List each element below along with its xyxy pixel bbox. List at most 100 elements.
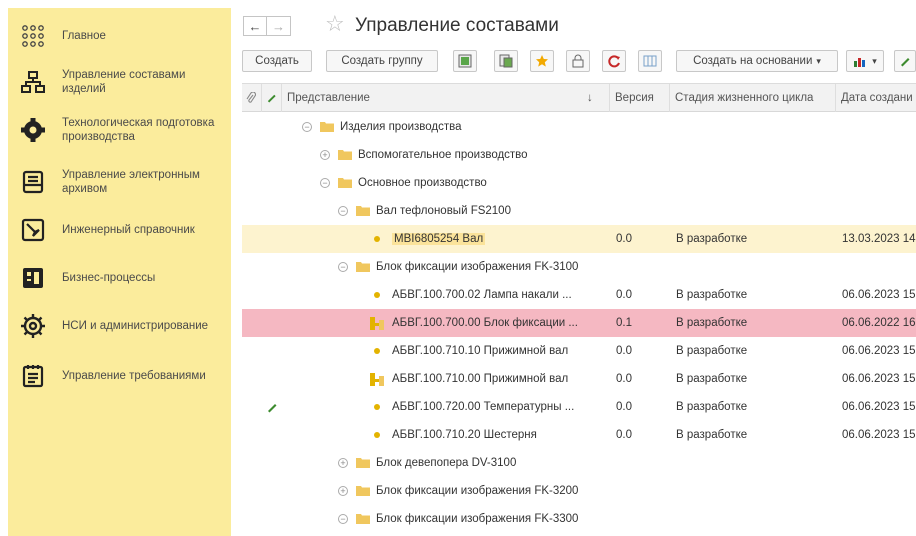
sidebar-item-nsi-admin[interactable]: НСИ и администрирование: [8, 304, 231, 348]
row-stage: В разработке: [676, 345, 748, 357]
table-row[interactable]: АБВГ.100.700.02 Лампа накали ... 0.0 В раз…: [242, 281, 916, 309]
sidebar: Главное Управление составами изделий Тех…: [8, 8, 231, 536]
representation-column-header[interactable]: Представление ↓: [282, 84, 610, 112]
sort-arrow-icon: ↓: [587, 92, 593, 104]
pencil-icon: [899, 55, 911, 67]
item-icon: [374, 236, 380, 242]
sidebar-item-label: Инженерный справочник: [62, 224, 195, 236]
sidebar-item-product-structure[interactable]: Управление составами изделий: [8, 60, 231, 104]
folder-icon: [338, 177, 352, 188]
chevron-down-icon: ▾: [816, 55, 821, 66]
sidebar-item-label: Управление электронным архивом: [62, 169, 200, 195]
expand-toggle-icon[interactable]: +: [338, 458, 348, 468]
product-structure-table: Представление ↓ Версия Стадия жизненного…: [242, 83, 916, 536]
reports-button[interactable]: ▾: [846, 50, 884, 72]
table-header: Представление ↓ Версия Стадия жизненного…: [242, 84, 916, 112]
create-based-on-label: Создать на основании: [693, 55, 813, 67]
create-button[interactable]: Создать: [242, 50, 312, 72]
folder-icon: [320, 121, 334, 132]
sidebar-item-electronic-archive[interactable]: Управление электронным архивом: [8, 160, 231, 204]
row-date: 06.06.2023 15: [842, 345, 916, 357]
row-stage: В разработке: [676, 233, 748, 245]
sidebar-item-engineering-reference[interactable]: Инженерный справочник: [8, 208, 231, 252]
row-name: MBI6805254 Вал: [392, 233, 486, 245]
table-row[interactable]: + Блок девепопера DV-3100: [242, 449, 916, 477]
item-icon: [374, 348, 380, 354]
table-row[interactable]: − Блок фиксации изображения FK-3300: [242, 505, 916, 533]
lock-button[interactable]: [566, 50, 590, 72]
row-date: 06.06.2023 15: [842, 289, 916, 301]
sidebar-item-requirements[interactable]: Управление требованиями: [8, 354, 231, 398]
table-row[interactable]: MBI6805254 Вал 0.0 В разработке 13.03.2023 …: [242, 225, 916, 253]
columns-button[interactable]: [638, 50, 662, 72]
row-date: 06.06.2023 15: [842, 401, 916, 413]
collapse-toggle-icon[interactable]: −: [320, 178, 330, 188]
row-name: АБВГ.100.700.00 Блок фиксации ...: [392, 317, 578, 329]
row-date: [842, 197, 916, 225]
apps-grid-icon: [20, 23, 46, 49]
edit-column-header[interactable]: [262, 84, 282, 112]
stage-column-header[interactable]: Стадия жизненного цикла: [670, 84, 836, 112]
table-row[interactable]: − Блок фиксации изображения FK-3100: [242, 253, 916, 281]
row-date: [842, 169, 916, 197]
table-row[interactable]: АБВГ.100.700.00 Блок фиксации ... 0.1 В ра…: [242, 309, 916, 337]
collapse-toggle-icon[interactable]: −: [338, 206, 348, 216]
favorite-star-icon[interactable]: ☆: [325, 13, 345, 35]
toolbar: Создать Создать группу Создать на основа…: [242, 50, 916, 72]
chevron-down-icon: ▾: [872, 55, 877, 66]
pencil-icon: [266, 94, 277, 106]
table-row[interactable]: АБВГ.100.710.00 Прижимной вал 0.0 В разраб…: [242, 365, 916, 393]
folder-icon: [356, 485, 370, 496]
assembly-icon: [370, 373, 384, 389]
create-group-button[interactable]: Создать группу: [326, 50, 438, 72]
sidebar-item-label: Управление составами изделий: [62, 69, 186, 95]
copy-icon: [458, 54, 472, 68]
add-favorite-button[interactable]: [530, 50, 554, 72]
forward-button[interactable]: →: [267, 16, 291, 36]
folder-icon: [356, 205, 370, 216]
business-process-icon: [20, 265, 46, 291]
expand-toggle-icon[interactable]: +: [320, 150, 330, 160]
sidebar-item-label: Технологическая подготовка производства: [62, 117, 215, 143]
copy-to-folder-button[interactable]: [494, 50, 518, 72]
sidebar-item-business-processes[interactable]: Бизнес-процессы: [8, 256, 231, 300]
row-version: 0.0: [616, 289, 632, 301]
sidebar-item-label: Главное: [62, 30, 106, 42]
create-based-on-button[interactable]: Создать на основании ▾: [676, 50, 838, 72]
collapse-toggle-icon[interactable]: −: [338, 262, 348, 272]
row-stage: В разработке: [676, 429, 748, 441]
table-row[interactable]: − Изделия производства: [242, 113, 916, 141]
collapse-toggle-icon[interactable]: −: [302, 122, 312, 132]
row-version: 0.0: [616, 373, 632, 385]
table-row[interactable]: АБВГ.100.720.00 Температурны ... 0.0 В раз…: [242, 393, 916, 421]
copy-button[interactable]: [453, 50, 477, 72]
row-date: 13.03.2023 14: [842, 233, 916, 245]
row-name: АБВГ.100.700.02 Лампа накали ...: [392, 289, 572, 301]
back-button[interactable]: ←: [243, 16, 267, 36]
created-column-header[interactable]: Дата создани: [836, 84, 916, 112]
sidebar-item-main[interactable]: Главное: [8, 14, 231, 58]
attachment-column-header[interactable]: [242, 84, 262, 112]
table-row[interactable]: АБВГ.100.710.20 Шестерня 0.0 В разработке 0…: [242, 421, 916, 449]
row-date: [842, 253, 916, 281]
assembly-icon: [370, 317, 384, 333]
row-stage: В разработке: [676, 289, 748, 301]
edit-button[interactable]: [894, 50, 916, 72]
sidebar-item-tech-preparation[interactable]: Технологическая подготовка производства: [8, 108, 231, 152]
refresh-button[interactable]: [602, 50, 626, 72]
table-row[interactable]: + Блок фиксации изображения FK-3200: [242, 477, 916, 505]
row-version: 0.0: [616, 233, 632, 245]
table-row[interactable]: − Вал тефлоновый FS2100: [242, 197, 916, 225]
lock-icon: [572, 54, 584, 68]
row-name: Блок девепопера DV-3100: [376, 457, 517, 469]
expand-toggle-icon[interactable]: +: [338, 486, 348, 496]
collapse-toggle-icon[interactable]: −: [338, 514, 348, 524]
copy-folder-icon: [499, 54, 513, 68]
table-row[interactable]: АБВГ.100.710.10 Прижимной вал 0.0 В разраб…: [242, 337, 916, 365]
folder-icon: [356, 261, 370, 272]
table-row[interactable]: − Основное производство: [242, 169, 916, 197]
version-column-header[interactable]: Версия: [610, 84, 670, 112]
row-date: [842, 113, 916, 141]
table-row[interactable]: + Вспомогательное производство: [242, 141, 916, 169]
row-name: Блок фиксации изображения FK-3200: [376, 485, 579, 497]
